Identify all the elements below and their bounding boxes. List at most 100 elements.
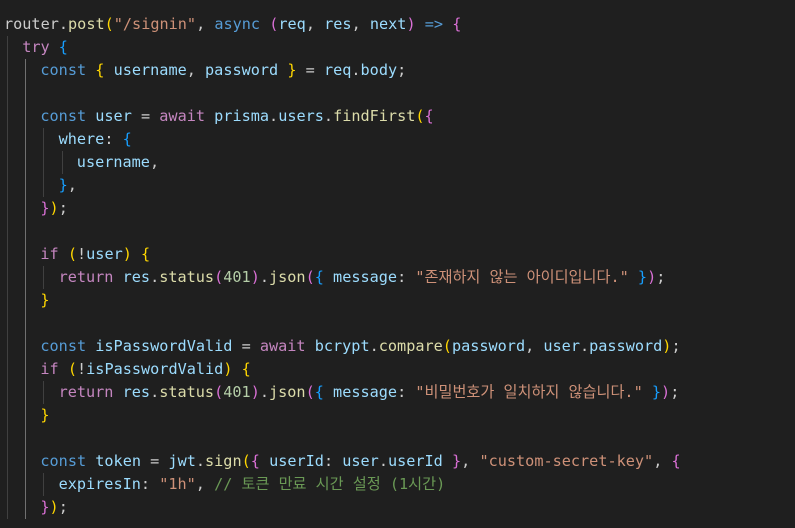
code-token: } xyxy=(40,199,50,217)
code-token: if xyxy=(40,245,59,263)
code-token: { xyxy=(122,130,132,148)
code-token: = xyxy=(232,337,260,355)
code-token: { xyxy=(314,268,324,286)
code-line[interactable]: if (!isPasswordValid) { xyxy=(40,358,250,381)
code-line[interactable]: where: { xyxy=(59,128,132,151)
code-token: { xyxy=(141,245,151,263)
code-line[interactable]: } xyxy=(40,404,49,427)
code-token: const xyxy=(40,452,87,470)
code-token: ) xyxy=(406,15,416,33)
code-token: , xyxy=(351,15,370,33)
code-token: if xyxy=(40,360,59,378)
code-token: userId xyxy=(269,452,324,470)
code-line[interactable]: const user = await prisma.users.findFirs… xyxy=(40,105,433,128)
code-line[interactable]: expiresIn: "1h", // 토큰 만료 시간 설정 (1시간) xyxy=(59,473,446,496)
code-line[interactable]: const token = jwt.sign({ userId: user.us… xyxy=(40,450,680,473)
code-line[interactable]: return res.status(401).json({ message: "… xyxy=(59,381,680,404)
code-token: ; xyxy=(397,61,407,79)
indent-guide xyxy=(43,381,45,404)
code-token: ) xyxy=(49,498,59,516)
code-token: return xyxy=(58,383,114,401)
indent-guide xyxy=(43,473,45,496)
code-token: bcrypt xyxy=(314,337,370,355)
code-token: ) xyxy=(49,199,59,217)
code-token: ( xyxy=(67,360,77,378)
code-token: ( xyxy=(305,268,315,286)
code-token: . xyxy=(579,337,590,355)
code-token: . xyxy=(150,383,160,401)
code-token: . xyxy=(378,452,388,470)
code-line[interactable]: router.post("/signin", async (req, res, … xyxy=(4,13,461,36)
code-token: ; xyxy=(671,337,681,355)
code-token: ) xyxy=(122,245,132,263)
code-line[interactable]: }); xyxy=(40,496,67,519)
code-line[interactable]: return res.status(401).json({ message: "… xyxy=(59,266,666,289)
code-token: } xyxy=(452,452,462,470)
code-line[interactable]: const { username, password } = req.body; xyxy=(40,59,406,82)
code-token: const xyxy=(40,107,87,125)
code-token: ( xyxy=(214,383,224,401)
code-token: } xyxy=(58,176,68,194)
code-line[interactable]: username, xyxy=(77,151,159,174)
code-token: : xyxy=(397,268,416,286)
code-token: async xyxy=(214,15,261,33)
code-token: ( xyxy=(241,452,251,470)
code-token: 401 xyxy=(223,268,251,286)
code-token: : xyxy=(104,130,123,148)
code-token: prisma xyxy=(214,107,270,125)
code-token: } xyxy=(40,406,50,424)
code-line[interactable]: const isPasswordValid = await bcrypt.com… xyxy=(40,335,680,358)
code-token: await xyxy=(159,107,205,125)
code-token: body xyxy=(360,61,398,79)
code-token: { xyxy=(58,38,68,56)
code-token: user xyxy=(95,107,132,125)
code-token: ; xyxy=(656,268,666,286)
code-token: const xyxy=(40,337,87,355)
code-token: { xyxy=(671,452,681,470)
code-token: { xyxy=(250,452,260,470)
code-token: ; xyxy=(58,199,68,217)
code-token: users xyxy=(278,107,324,125)
indent-guide xyxy=(7,36,8,519)
indent-guide xyxy=(61,151,63,174)
code-token: res xyxy=(122,383,151,401)
code-token: , xyxy=(525,337,544,355)
code-token: "custom-secret-key" xyxy=(479,452,654,470)
code-token: message xyxy=(333,268,398,286)
code-token: router xyxy=(4,15,59,33)
code-token: // 토큰 만료 시간 설정 (1시간) xyxy=(214,475,446,493)
code-line[interactable]: }); xyxy=(40,197,67,220)
code-token: . xyxy=(150,268,160,286)
code-line[interactable]: try { xyxy=(22,36,68,59)
code-token: ) xyxy=(647,268,657,286)
code-token: userId xyxy=(387,452,443,470)
code-token: ( xyxy=(305,383,315,401)
code-token: , xyxy=(461,452,480,470)
code-token: status xyxy=(159,383,215,401)
code-token: . xyxy=(58,15,69,33)
code-token: : xyxy=(323,452,343,470)
code-token: } xyxy=(40,498,50,516)
code-token: password xyxy=(451,337,526,355)
code-line[interactable]: if (!user) { xyxy=(40,243,150,266)
code-token: next xyxy=(369,15,407,33)
code-token: ; xyxy=(58,498,68,516)
code-token: "비밀번호가 일치하지 않습니다." xyxy=(415,383,643,401)
code-line[interactable]: }, xyxy=(59,174,77,197)
code-token: const xyxy=(40,61,87,79)
code-token: "/signin" xyxy=(113,15,197,33)
code-token: { xyxy=(424,107,434,125)
code-line[interactable]: } xyxy=(40,289,49,312)
code-token: ( xyxy=(442,337,452,355)
code-editor[interactable]: router.post("/signin", async (req, res, … xyxy=(0,0,795,528)
